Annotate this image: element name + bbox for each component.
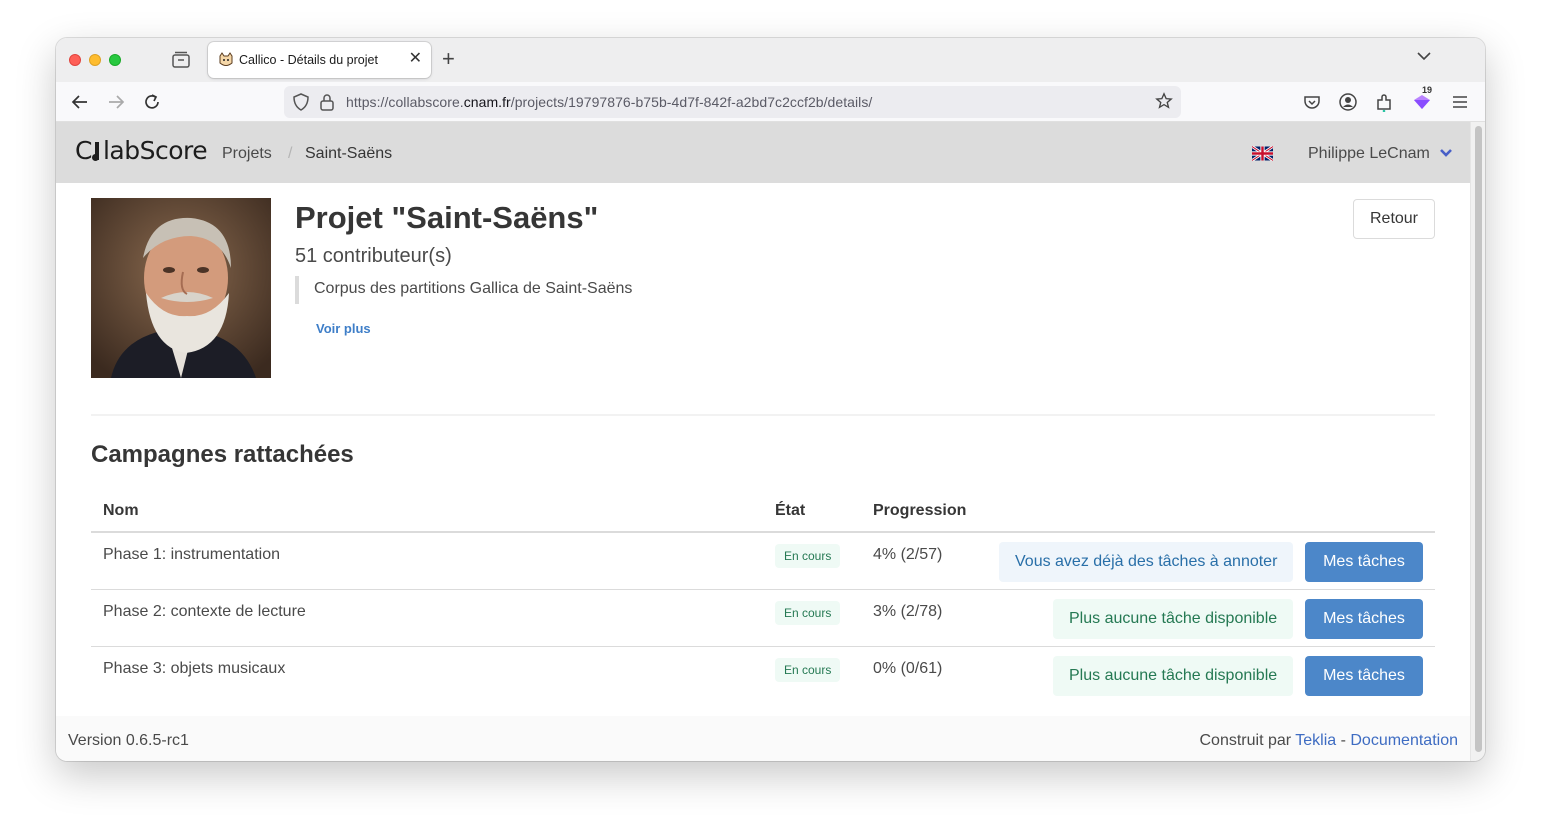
project-image (91, 198, 271, 378)
maximize-window-button[interactable] (109, 54, 121, 66)
campaigns-section-title: Campagnes rattachées (91, 441, 354, 468)
mes-taches-button[interactable]: Mes tâches (1305, 599, 1423, 639)
url-bar[interactable]: https://collabscore.cnam.fr/projects/197… (284, 86, 1181, 118)
close-tab-icon[interactable]: ✕ (409, 50, 422, 68)
account-icon[interactable] (1338, 92, 1358, 112)
column-header-nom: Nom (103, 502, 139, 519)
footer-dash: - (1340, 732, 1346, 749)
page-scrollbar[interactable] (1470, 122, 1485, 761)
minimize-window-button[interactable] (89, 54, 101, 66)
user-menu-name[interactable]: Philippe LeCnam (1308, 145, 1430, 163)
table-row: Phase 2: contexte de lecture En cours 3%… (91, 590, 1435, 647)
campaign-progress: 3% (2/78) (873, 603, 943, 620)
lock-icon[interactable] (319, 92, 335, 112)
campaign-name: Phase 2: contexte de lecture (103, 603, 306, 620)
retour-button[interactable]: Retour (1353, 199, 1435, 239)
no-tasks-available-button[interactable]: Plus aucune tâche disponible (1053, 599, 1294, 639)
app-header: ClabScore Projets / Saint-Saëns Philippe… (56, 122, 1470, 183)
cat-favicon-icon (219, 52, 233, 66)
version-label: Version 0.6.5-rc1 (68, 732, 189, 749)
pocket-icon[interactable] (1302, 92, 1322, 112)
shield-icon[interactable] (292, 92, 310, 112)
campaign-progress: 0% (0/61) (873, 660, 943, 677)
project-description: Corpus des partitions Gallica de Saint-S… (295, 276, 632, 304)
tab-overview-icon[interactable] (170, 50, 192, 70)
table-row: Phase 3: objets musicaux En cours 0% (0/… (91, 647, 1435, 704)
breadcrumb-projets[interactable]: Projets (222, 145, 272, 163)
tab-title: Callico - Détails du projet (239, 53, 378, 67)
section-divider (91, 414, 1435, 416)
back-icon[interactable] (70, 92, 90, 112)
collabscore-logo[interactable]: ClabScore (75, 136, 208, 165)
documentation-link[interactable]: Documentation (1350, 732, 1458, 749)
scrollbar-thumb[interactable] (1475, 126, 1482, 752)
status-badge: En cours (775, 658, 841, 682)
annotate-tasks-button[interactable]: Vous avez déjà des tâches à annoter (999, 542, 1294, 582)
extension-addon-icon[interactable] (1412, 92, 1432, 112)
menu-icon[interactable] (1450, 92, 1470, 112)
chevron-down-icon[interactable] (1417, 51, 1431, 61)
mes-taches-button[interactable]: Mes tâches (1305, 542, 1423, 582)
tab-active[interactable]: Callico - Détails du projet ✕ (208, 42, 431, 78)
star-icon[interactable] (1155, 92, 1173, 110)
mes-taches-button[interactable]: Mes tâches (1305, 656, 1423, 696)
teklia-link[interactable]: Teklia (1295, 732, 1336, 749)
url-text[interactable]: https://collabscore.cnam.fr/projects/197… (346, 94, 872, 110)
extensions-icon[interactable] (1374, 92, 1394, 112)
campaign-name: Phase 1: instrumentation (103, 546, 280, 563)
breadcrumb-separator: / (288, 145, 293, 162)
forward-icon[interactable] (106, 92, 126, 112)
close-window-button[interactable] (69, 54, 81, 66)
uk-flag-icon[interactable] (1252, 146, 1273, 161)
extension-badge: 19 (1422, 85, 1433, 95)
reload-icon[interactable] (142, 92, 162, 112)
no-tasks-available-button[interactable]: Plus aucune tâche disponible (1053, 656, 1294, 696)
navigation-bar: https://collabscore.cnam.fr/projects/197… (56, 82, 1485, 122)
table-row: Phase 1: instrumentation En cours 4% (2/… (91, 533, 1435, 590)
breadcrumb-current: Saint-Saëns (305, 145, 393, 162)
campaign-progress: 4% (2/57) (873, 546, 943, 563)
tab-strip: Callico - Détails du projet ✕ + (56, 38, 1485, 82)
main-content: Projet "Saint-Saëns" 51 contributeur(s) … (56, 183, 1470, 716)
column-header-progression: Progression (873, 502, 967, 519)
chevron-down-icon[interactable] (1439, 148, 1453, 158)
built-by: Construit par Teklia - Documentation (1199, 732, 1458, 750)
browser-window: Callico - Détails du projet ✕ + https://… (56, 38, 1485, 761)
built-by-label: Construit par (1199, 732, 1292, 749)
campaign-name: Phase 3: objets musicaux (103, 660, 286, 677)
page-footer: Version 0.6.5-rc1 Construit par Teklia -… (56, 716, 1470, 761)
contributors-count: 51 contributeur(s) (295, 245, 452, 267)
status-badge: En cours (775, 544, 841, 568)
new-tab-icon[interactable]: + (442, 48, 455, 70)
column-header-etat: État (775, 502, 806, 519)
voir-plus-link[interactable]: Voir plus (316, 321, 371, 336)
status-badge: En cours (775, 601, 841, 625)
project-title: Projet "Saint-Saëns" (295, 200, 599, 235)
